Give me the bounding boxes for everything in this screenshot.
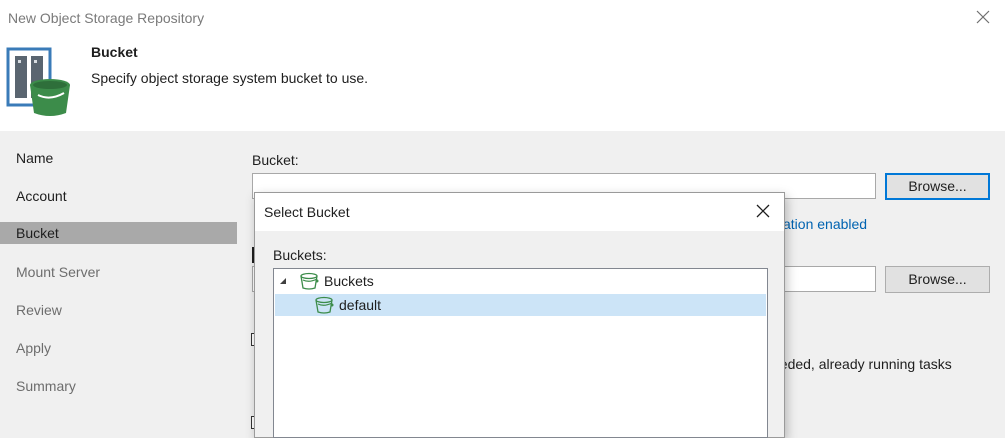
nav-step-mount-server: Mount Server bbox=[16, 264, 101, 280]
object-storage-bucket-icon bbox=[6, 47, 72, 117]
nav-step-account[interactable]: Account bbox=[0, 185, 237, 207]
tree-node-default[interactable]: default bbox=[275, 294, 766, 316]
wizard-steps-nav: Name Account Bucket Mount Server Review … bbox=[0, 131, 238, 438]
dialog-title: Select Bucket bbox=[264, 204, 350, 220]
tree-node-buckets[interactable]: Buckets bbox=[274, 270, 767, 292]
nav-step-name[interactable]: Name bbox=[0, 147, 237, 169]
close-icon[interactable] bbox=[974, 8, 992, 26]
dialog-close-icon[interactable] bbox=[755, 203, 771, 219]
immutability-link-partial[interactable]: ation enabled bbox=[783, 216, 867, 232]
nav-step-apply: Apply bbox=[16, 340, 52, 356]
nav-step-summary: Summary bbox=[16, 378, 76, 394]
bucket-icon bbox=[315, 296, 335, 320]
buckets-label: Buckets: bbox=[273, 247, 327, 263]
bucket-icon bbox=[300, 272, 320, 296]
step-title: Bucket bbox=[91, 44, 138, 60]
tree-node-label: default bbox=[339, 297, 382, 313]
bucket-tree[interactable]: Buckets default bbox=[273, 268, 768, 438]
tree-node-label: Buckets bbox=[324, 273, 374, 289]
window-title: New Object Storage Repository bbox=[8, 10, 205, 26]
limit-description-partial: eeded, already running tasks bbox=[772, 356, 952, 372]
nav-step-bucket[interactable]: Bucket bbox=[0, 222, 237, 244]
select-bucket-dialog: Select Bucket Buckets: Buckets default bbox=[254, 192, 785, 438]
browse-bucket-button[interactable]: Browse... bbox=[885, 173, 990, 200]
nav-step-review: Review bbox=[16, 302, 62, 318]
browse-folder-button[interactable]: Browse... bbox=[885, 266, 990, 293]
bucket-label: Bucket: bbox=[252, 152, 299, 168]
step-subtitle: Specify object storage system bucket to … bbox=[91, 70, 369, 86]
